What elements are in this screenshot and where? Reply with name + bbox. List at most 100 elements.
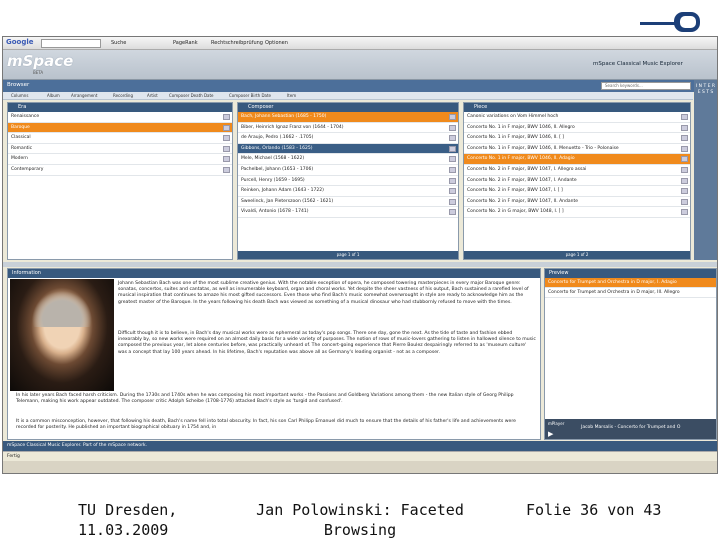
google-search-input[interactable] [41, 39, 101, 48]
piece-item[interactable]: Concerto No. 2 in G major, BWV 1048, I. … [464, 207, 690, 218]
speaker-icon[interactable] [681, 124, 688, 131]
speaker-icon[interactable] [681, 177, 688, 184]
piece-item[interactable]: Concerto No. 2 in F major, BWV 1047, I. … [464, 186, 690, 197]
speaker-icon[interactable] [223, 145, 230, 152]
column-tab-recording[interactable]: Recording [113, 92, 133, 100]
composer-item[interactable]: Biber, Heinrich Ignaz Franz von (1644 - … [238, 123, 458, 134]
footer-bar: mSpace Classical Music Explorer. Part of… [3, 441, 717, 451]
era-item[interactable]: Modern [8, 154, 232, 165]
piece-item[interactable]: Concerto No. 2 in F major, BWV 1047, I. … [464, 176, 690, 187]
composer-column: Composer Bach, Johann Sebastian (1685 - … [237, 102, 459, 260]
column-tab-composer-birth[interactable]: Composer Birth Date [229, 92, 271, 100]
app-title: mSpace Classical Music Explorer [593, 61, 683, 67]
interests-sidebar[interactable]: I N T E R E S T S [694, 80, 717, 260]
column-tab-artist[interactable]: Artist [147, 92, 158, 100]
speaker-icon[interactable] [223, 124, 230, 131]
era-item-label: Contemporary [11, 166, 44, 172]
speaker-icon[interactable] [681, 135, 688, 142]
column-tab-composer-death[interactable]: Composer Death Date [169, 92, 214, 100]
composer-item[interactable]: de Araujo, Pedro (.1662 - .1705) [238, 133, 458, 144]
google-logo: Google [6, 38, 34, 46]
speaker-icon[interactable] [449, 188, 456, 195]
composer-item[interactable]: Pachelbel, Johann (1653 - 1706) [238, 165, 458, 176]
piece-item[interactable]: Concerto No. 2 in F major, BWV 1047, I. … [464, 165, 690, 176]
composer-item-label: Vivaldi, Antonio (1678 - 1741) [241, 209, 309, 215]
composer-item-label: Sweelinck, Jan Pieterszoon (1562 - 1621) [241, 198, 334, 204]
preview-header: Preview [545, 269, 716, 278]
composer-item-label: Bach, Johann Sebastian (1685 - 1750) [241, 114, 327, 119]
piece-header[interactable]: Piece [464, 103, 690, 112]
toolbar-item-options[interactable]: Optionen [265, 40, 288, 46]
piece-item[interactable]: Concerto No. 1 in F major, BWV 1046, II.… [464, 154, 690, 165]
composer-pager[interactable]: page 1 of 1 [238, 251, 458, 259]
speaker-icon[interactable] [449, 209, 456, 216]
speaker-icon[interactable] [223, 166, 230, 173]
composer-header[interactable]: Composer [238, 103, 458, 112]
composer-item[interactable]: Mele, Michael (1568 - 1622) [238, 154, 458, 165]
speaker-icon[interactable] [449, 198, 456, 205]
toolbar-item-search[interactable]: Suche [111, 40, 126, 46]
speaker-icon[interactable] [223, 156, 230, 163]
composer-item[interactable]: Vivaldi, Antonio (1678 - 1741) [238, 207, 458, 218]
column-tab-item[interactable]: Item [287, 92, 296, 100]
speaker-icon[interactable] [449, 177, 456, 184]
search-input[interactable]: Search keywords... [601, 82, 691, 90]
composer-item[interactable]: Reinken, Johann Adam (1643 - 1722) [238, 186, 458, 197]
piece-item[interactable]: Concerto No. 1 in F major, BWV 1046, II.… [464, 123, 690, 134]
era-item[interactable]: Classical [8, 133, 232, 144]
play-icon[interactable]: ▶ [548, 430, 553, 438]
speaker-icon[interactable] [681, 188, 688, 195]
piece-item[interactable]: Concerto No. 2 in F major, BWV 1047, II.… [464, 197, 690, 208]
era-item[interactable]: Baroque [8, 122, 232, 134]
era-list: Renaissance Baroque Classical Romantic Moder… [8, 112, 232, 176]
preview-item[interactable]: Concerto for Trumpet and Orchestra in D … [545, 288, 716, 298]
composer-item[interactable]: Bach, Johann Sebastian (1685 - 1750) [238, 112, 458, 123]
composer-item[interactable]: Purcell, Henry (1659 - 1695) [238, 176, 458, 187]
era-item[interactable]: Romantic [8, 144, 232, 155]
composer-item-label: Pachelbel, Johann (1653 - 1706) [241, 166, 314, 172]
piece-item-label: Concerto No. 2 in F major, BWV 1047, II.… [467, 198, 579, 204]
speaker-icon[interactable] [681, 145, 688, 152]
speaker-icon[interactable] [681, 198, 688, 205]
speaker-icon[interactable] [681, 156, 688, 163]
era-header[interactable]: Era [8, 103, 232, 112]
composer-item[interactable]: Sweelinck, Jan Pieterszoon (1562 - 1621) [238, 197, 458, 208]
speaker-icon[interactable] [449, 135, 456, 142]
composer-item[interactable]: Gibbons, Orlando (1583 - 1625) [238, 143, 458, 155]
info-paragraph-3: In his later years Bach faced harsh crit… [16, 393, 514, 405]
era-item-label: Classical [11, 135, 31, 141]
composer-item-label: Reinken, Johann Adam (1643 - 1722) [241, 188, 324, 194]
info-paragraph-1: Johann Sebastian Bach was one of the mos… [118, 281, 529, 305]
toolbar-item-pagerank[interactable]: PageRank [173, 40, 198, 46]
browser-tab[interactable]: Browser [7, 82, 29, 88]
piece-item-label: Concerto No. 2 in G major, BWV 1048, I. … [467, 209, 564, 215]
era-item[interactable]: Renaissance [8, 112, 232, 123]
slide-header [0, 0, 720, 36]
piece-item-label: Concerto No. 2 in F major, BWV 1047, I. … [467, 188, 563, 194]
speaker-icon[interactable] [681, 166, 688, 173]
speaker-icon[interactable] [449, 114, 456, 120]
piece-pager[interactable]: page 1 of 2 [464, 251, 690, 259]
column-tab-album[interactable]: Album [47, 92, 60, 100]
toolbar-item-spellcheck[interactable]: Rechtschreibprüfung [211, 40, 263, 46]
speaker-icon[interactable] [681, 209, 688, 216]
information-header: Information [8, 269, 540, 278]
speaker-icon[interactable] [449, 124, 456, 131]
speaker-icon[interactable] [449, 156, 456, 163]
piece-list: Canonic variations on Vom Himmel hoch Con… [464, 112, 690, 218]
speaker-icon[interactable] [449, 166, 456, 173]
pane-splitter[interactable] [3, 262, 717, 267]
media-player: mPlayer ▶ Jacob Marsalis - Concerto for … [545, 419, 716, 439]
speaker-icon[interactable] [681, 114, 688, 120]
slide-footer-right: Folie 36 von 43 [526, 501, 662, 519]
piece-item[interactable]: Concerto No. 1 in F major, BWV 1046, II.… [464, 133, 690, 144]
speaker-icon[interactable] [449, 145, 456, 152]
piece-item[interactable]: Concerto No. 1 in F major, BWV 1046, II.… [464, 144, 690, 155]
speaker-icon[interactable] [223, 114, 230, 120]
era-item[interactable]: Contemporary [8, 165, 232, 176]
column-tab-columns[interactable]: Columns [11, 92, 28, 100]
column-tab-arrangement[interactable]: Arrangement [71, 92, 97, 100]
piece-item[interactable]: Canonic variations on Vom Himmel hoch [464, 112, 690, 123]
preview-item[interactable]: Concerto for Trumpet and Orchestra in D … [545, 278, 716, 288]
speaker-icon[interactable] [223, 135, 230, 142]
